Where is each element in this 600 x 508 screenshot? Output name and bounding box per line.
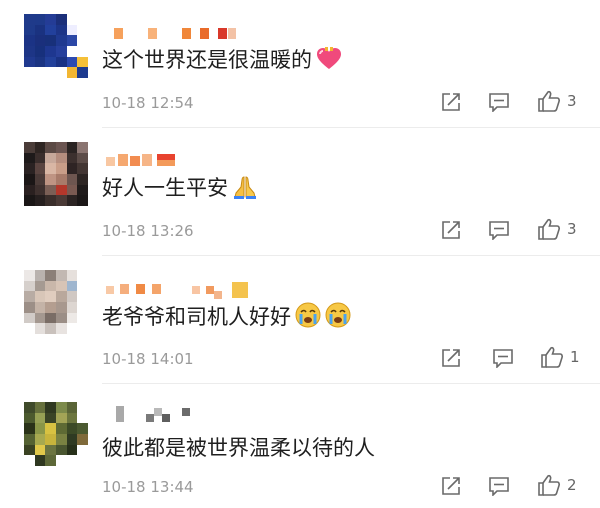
share-button[interactable] xyxy=(440,92,462,112)
avatar[interactable] xyxy=(24,402,88,466)
like-count: 3 xyxy=(567,220,577,238)
share-icon xyxy=(442,477,460,495)
comment-text-content: 老爷爷和司机人好好 xyxy=(102,305,291,329)
like-button[interactable]: 1 xyxy=(540,346,580,368)
username-redacted xyxy=(102,154,202,168)
comment-item: 好人一生平安 10-18 13:26 3 xyxy=(0,128,600,256)
comment-text: 老爷爷和司机人好好 xyxy=(102,302,351,335)
heart-gift-icon xyxy=(316,47,342,78)
crying-face-icon xyxy=(325,302,351,335)
like-count: 1 xyxy=(570,348,580,366)
thumbs-up-icon xyxy=(541,346,563,368)
avatar[interactable] xyxy=(24,14,88,78)
timestamp: 10-18 14:01 xyxy=(102,350,194,368)
timestamp: 10-18 13:26 xyxy=(102,222,194,240)
comment-item: 老爷爷和司机人好好 10-18 14:01 1 xyxy=(0,256,600,384)
share-button[interactable] xyxy=(440,220,462,240)
username-redacted xyxy=(102,282,262,299)
thumbs-up-icon xyxy=(538,90,560,112)
thumbs-up-icon xyxy=(538,218,560,240)
comment-button[interactable] xyxy=(488,92,510,112)
share-icon xyxy=(442,221,460,239)
comment-button[interactable] xyxy=(492,348,514,368)
comment-icon xyxy=(489,477,509,496)
username-redacted xyxy=(102,28,252,40)
share-button[interactable] xyxy=(440,476,462,496)
avatar[interactable] xyxy=(24,270,88,334)
comment-text-content: 这个世界还是很温暖的 xyxy=(102,48,312,72)
comment-icon xyxy=(489,221,509,240)
comment-item: 彼此都是被世界温柔以待的人 10-18 13:44 2 xyxy=(0,384,600,508)
comment-text: 彼此都是被世界温柔以待的人 xyxy=(102,434,375,462)
like-button[interactable]: 3 xyxy=(537,90,577,112)
crying-face-icon xyxy=(295,302,321,335)
comment-text: 好人一生平安 xyxy=(102,174,258,206)
comment-icon xyxy=(493,349,513,368)
like-count: 3 xyxy=(567,92,577,110)
comment-icon xyxy=(489,93,509,112)
comment-text: 这个世界还是很温暖的 xyxy=(102,46,342,78)
comment-item: 这个世界还是很温暖的 10-18 12:54 3 xyxy=(0,0,600,128)
share-button[interactable] xyxy=(440,348,462,368)
comment-text-content: 好人一生平安 xyxy=(102,176,228,200)
comment-button[interactable] xyxy=(488,220,510,240)
username-redacted xyxy=(102,406,202,424)
share-icon xyxy=(442,349,460,367)
praying-hands-icon xyxy=(232,175,258,206)
comment-text-content: 彼此都是被世界温柔以待的人 xyxy=(102,436,375,460)
like-button[interactable]: 3 xyxy=(537,218,577,240)
thumbs-up-icon xyxy=(538,474,560,496)
like-count: 2 xyxy=(567,476,577,494)
comment-button[interactable] xyxy=(488,476,510,496)
timestamp: 10-18 13:44 xyxy=(102,478,194,496)
share-icon xyxy=(442,93,460,111)
timestamp: 10-18 12:54 xyxy=(102,94,194,112)
like-button[interactable]: 2 xyxy=(537,474,577,496)
avatar[interactable] xyxy=(24,142,88,206)
